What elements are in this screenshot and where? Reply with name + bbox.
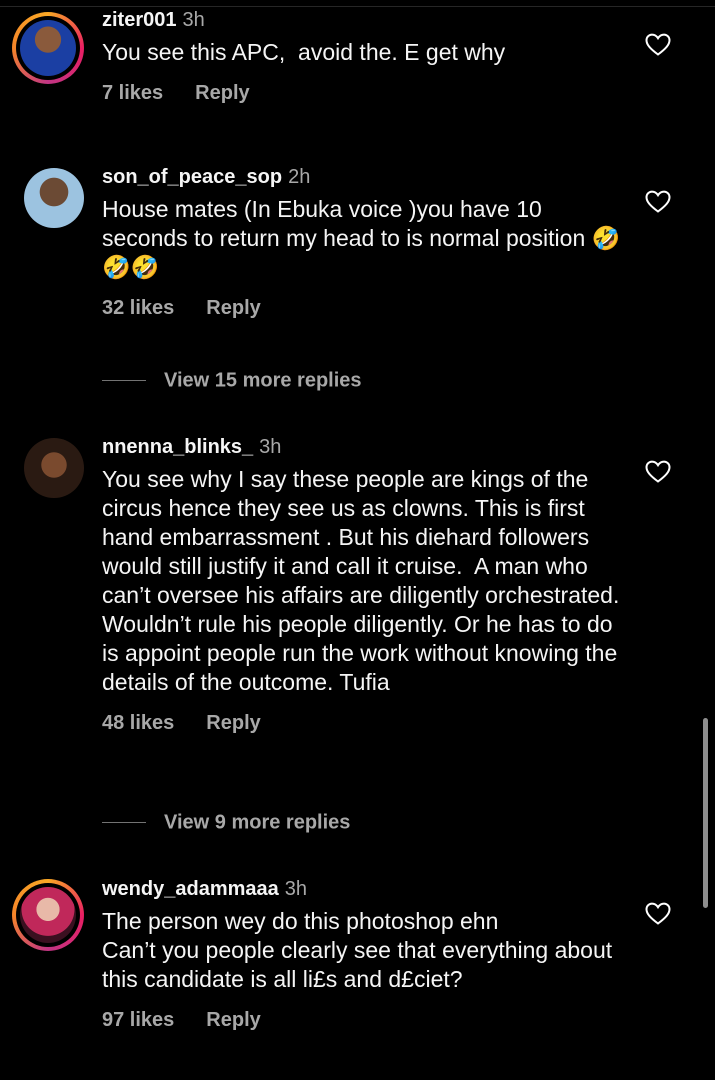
top-divider	[0, 6, 715, 7]
comment-actions: 97 likes Reply	[102, 1008, 622, 1032]
heart-outline-icon[interactable]	[645, 460, 671, 484]
view-more-replies-label[interactable]: View 15 more replies	[164, 370, 362, 392]
reply-button[interactable]: Reply	[206, 712, 260, 734]
heart-outline-icon[interactable]	[645, 33, 671, 57]
comment-header: wendy_adammaaa 3h	[102, 877, 622, 901]
likes-count[interactable]: 32 likes	[102, 297, 174, 319]
username[interactable]: son_of_peace_sop	[102, 166, 282, 188]
comment-header: ziter001 3h	[102, 8, 622, 32]
comment-text: You see why I say these people are kings…	[102, 466, 626, 695]
comment-text: The person wey do this photoshop ehn Can…	[102, 908, 613, 992]
reply-button[interactable]: Reply	[206, 297, 260, 319]
divider-dash	[102, 822, 146, 824]
avatar[interactable]	[24, 168, 84, 228]
timestamp: 3h	[259, 436, 282, 458]
username[interactable]: ziter001	[102, 9, 177, 31]
comment-text: House mates (In Ebuka voice )you have 10…	[102, 196, 621, 280]
reply-button[interactable]: Reply	[195, 82, 249, 104]
comment-header: nnenna_blinks_ 3h	[102, 435, 622, 459]
heart-outline-icon[interactable]	[645, 190, 671, 214]
avatar[interactable]	[12, 879, 84, 951]
username[interactable]: nnenna_blinks_	[102, 436, 253, 458]
comment-actions: 32 likes Reply	[102, 296, 622, 320]
scrollbar[interactable]	[703, 718, 708, 908]
timestamp: 3h	[284, 878, 308, 900]
reply-button[interactable]: Reply	[206, 1009, 260, 1031]
avatar[interactable]	[24, 438, 84, 498]
view-more-replies[interactable]: View 9 more replies	[102, 810, 350, 835]
view-more-replies[interactable]: View 15 more replies	[102, 368, 362, 393]
username[interactable]: wendy_adammaaa	[102, 878, 279, 900]
likes-count[interactable]: 97 likes	[102, 1009, 174, 1031]
comment-text: You see this APC, avoid the. E get why	[102, 39, 506, 65]
comment-header: son_of_peace_sop 2h	[102, 165, 622, 189]
comment-actions: 48 likes Reply	[102, 711, 622, 735]
timestamp: 2h	[288, 166, 311, 188]
divider-dash	[102, 380, 146, 382]
comment-actions: 7 likes Reply	[102, 81, 622, 105]
timestamp: 3h	[182, 9, 205, 31]
heart-outline-icon[interactable]	[645, 902, 671, 926]
likes-count[interactable]: 7 likes	[102, 82, 163, 104]
likes-count[interactable]: 48 likes	[102, 712, 174, 734]
view-more-replies-label[interactable]: View 9 more replies	[164, 812, 350, 834]
avatar[interactable]	[12, 12, 84, 84]
